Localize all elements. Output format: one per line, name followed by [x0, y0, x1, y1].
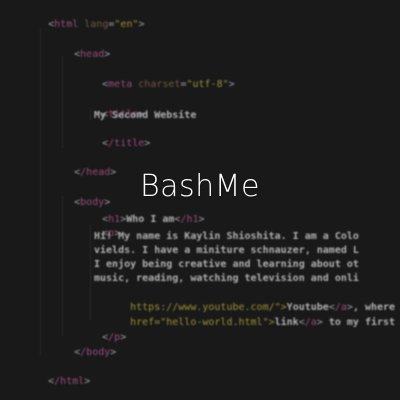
- brand-logo-text: BashMe: [139, 169, 260, 204]
- code-splash-screen: <html lang="en"> <head> <meta charset="u…: [0, 0, 400, 400]
